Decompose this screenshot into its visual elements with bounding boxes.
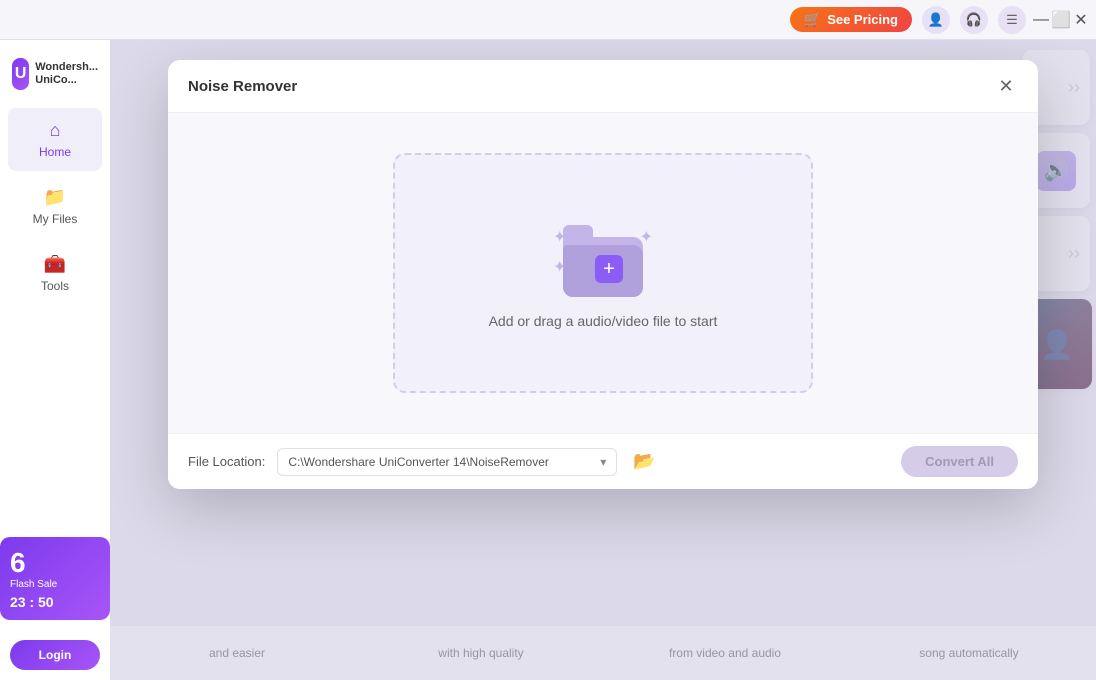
convert-all-button[interactable]: Convert All <box>901 446 1018 477</box>
tools-icon: 🧰 <box>44 254 66 275</box>
promo-card: 6 Flash Sale 23 : 50 <box>0 537 110 620</box>
main-content: Noise Remover ✕ ✦ ✦ ✦ + <box>110 40 1096 680</box>
window-controls: — ⬜ ✕ <box>1034 13 1088 27</box>
nav-label-files: My Files <box>33 212 78 226</box>
nav-label-home: Home <box>39 145 71 159</box>
see-pricing-button[interactable]: 🛒 See Pricing <box>790 7 912 32</box>
upload-area[interactable]: ✦ ✦ ✦ + Add or drag a audio/video file t… <box>393 153 813 393</box>
promo-day-number: 6 <box>10 547 100 579</box>
user-icon[interactable]: 👤 <box>922 6 950 34</box>
files-icon: 📁 <box>44 187 66 208</box>
file-location-input[interactable]: C:\Wondershare UniConverter 14\NoiseRemo… <box>277 448 617 476</box>
see-pricing-label: See Pricing <box>827 12 898 27</box>
maximize-button[interactable]: ⬜ <box>1054 13 1068 27</box>
logo-letter: U <box>15 65 27 83</box>
modal-footer: File Location: C:\Wondershare UniConvert… <box>168 433 1038 489</box>
sidebar-item-tools[interactable]: 🧰 Tools <box>8 242 102 305</box>
sidebar-item-my-files[interactable]: 📁 My Files <box>8 175 102 238</box>
modal-body: ✦ ✦ ✦ + Add or drag a audio/video file t… <box>168 113 1038 433</box>
promo-timer: 23 : 50 <box>10 594 100 610</box>
minimize-button[interactable]: — <box>1034 13 1048 27</box>
close-window-button[interactable]: ✕ <box>1074 13 1088 27</box>
title-bar-icons: 👤 🎧 ☰ <box>922 6 1026 34</box>
nav-label-tools: Tools <box>41 279 69 293</box>
menu-icon[interactable]: ☰ <box>998 6 1026 34</box>
modal-close-button[interactable]: ✕ <box>994 74 1018 98</box>
file-location-label: File Location: <box>188 454 265 469</box>
file-location-value: C:\Wondershare UniConverter 14\NoiseRemo… <box>288 455 549 469</box>
browse-folder-button[interactable]: 📂 <box>629 447 659 476</box>
dropdown-arrow-icon[interactable]: ▾ <box>600 455 606 469</box>
folder-icon-container: ✦ ✦ ✦ + <box>553 217 653 297</box>
modal-header: Noise Remover ✕ <box>168 60 1038 113</box>
noise-remover-modal: Noise Remover ✕ ✦ ✦ ✦ + <box>168 60 1038 489</box>
promo-subtitle: Flash Sale <box>10 579 100 590</box>
modal-title: Noise Remover <box>188 78 297 95</box>
modal-overlay: Noise Remover ✕ ✦ ✦ ✦ + <box>110 40 1096 680</box>
app-logo: U Wondersh...UniCo... <box>0 50 110 106</box>
logo-icon: U <box>12 58 29 90</box>
sidebar: U Wondersh...UniCo... ⌂ Home 📁 My Files … <box>0 40 110 680</box>
logo-text: Wondersh...UniCo... <box>35 61 98 87</box>
sidebar-bottom: 6 Flash Sale 23 : 50 Login <box>0 612 110 680</box>
app-container: U Wondersh...UniCo... ⌂ Home 📁 My Files … <box>0 40 1096 680</box>
cart-icon: 🛒 <box>804 11 821 28</box>
login-button[interactable]: Login <box>10 640 100 670</box>
folder-plus-icon: + <box>595 255 623 283</box>
title-bar: 🛒 See Pricing 👤 🎧 ☰ — ⬜ ✕ <box>0 0 1096 40</box>
upload-text: Add or drag a audio/video file to start <box>489 313 718 329</box>
headset-icon[interactable]: 🎧 <box>960 6 988 34</box>
home-icon: ⌂ <box>50 120 61 141</box>
sidebar-item-home[interactable]: ⌂ Home <box>8 108 102 171</box>
